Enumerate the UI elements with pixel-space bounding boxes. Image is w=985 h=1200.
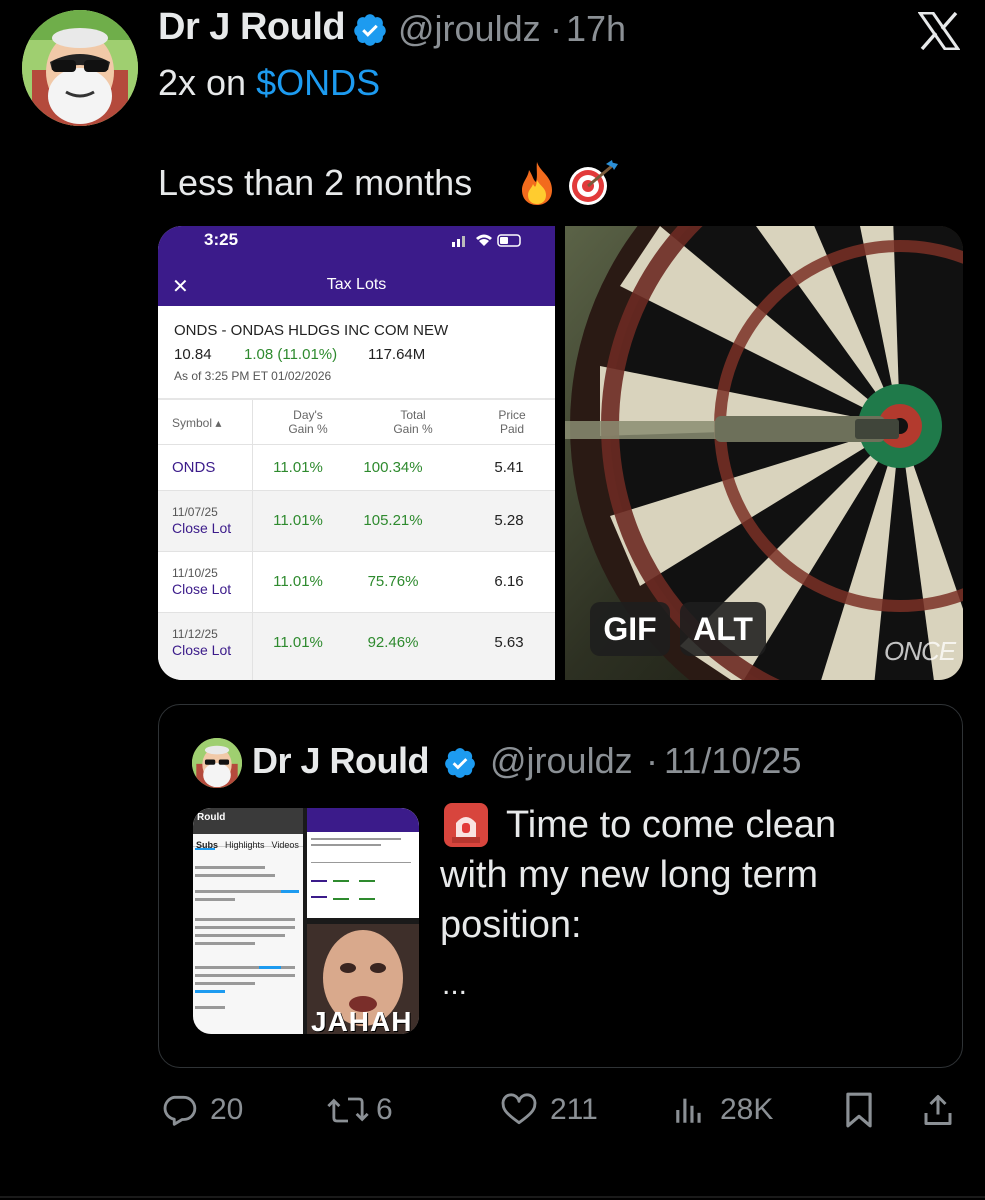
row-total-gain: 75.76% [367,573,419,590]
close-lot-link: Close Lot [172,581,232,597]
alt-text-button[interactable]: ALT [680,602,766,656]
col-header-days-gain: Day's Gain % [258,408,358,436]
thumb-tab: Videos [271,840,299,850]
quoted-media-thumbnail[interactable]: Rould Subs Highlights Videos JAHAH [193,808,419,1034]
cashtag-link[interactable]: $ONDS [256,62,380,103]
col-header-price-paid-l2: Paid [499,422,525,436]
thumb-profile-name: Rould [197,812,226,823]
reply-button[interactable]: 20 [160,1090,243,1130]
views-button[interactable]: 28K [672,1090,773,1130]
quoted-tweet-text: Time to come clean with my new long term… [440,800,880,950]
separator-dot: · [550,8,562,49]
row-day-gain: 11.01% [273,512,323,529]
row-price-paid: 5.41 [494,459,524,476]
price-change: 1.08 (11.01%) [244,346,338,363]
close-lot-link: Close Lot [172,642,232,658]
row-symbol: ONDS [172,459,216,476]
row-price-paid: 6.16 [494,573,524,590]
thumb-gif-caption: JAHAH [311,1006,413,1034]
quoted-tweet-ellipsis: ... [442,968,468,1001]
share-button[interactable] [920,1090,956,1130]
reply-icon [163,1095,197,1126]
quoted-author-avatar[interactable] [192,738,242,788]
last-price: 10.84 [174,346,212,363]
tax-lots-screenshot[interactable]: 3:25 ✕ Tax Lots ONDS - ONDAS HLDGS INC C… [158,226,555,680]
repost-icon [327,1097,369,1123]
author-handle[interactable]: @jrouldz [398,8,541,50]
col-header-days-gain-l1: Day's [293,408,323,422]
col-header-total-gain: Total Gain % [358,408,468,436]
close-lot-link: Close Lot [172,520,232,536]
col-header-symbol: Symbol ▴ [172,416,222,430]
quoted-author-name[interactable]: Dr J Rould [252,740,430,782]
reply-count: 20 [210,1093,244,1126]
row-date: 11/07/25 [172,505,218,519]
bookmark-button[interactable] [842,1090,876,1130]
heart-icon [501,1093,537,1125]
bookmark-icon [846,1092,872,1128]
media-grid[interactable]: 3:25 ✕ Tax Lots ONDS - ONDAS HLDGS INC C… [158,226,963,680]
tweet-text-line2: Less than 2 months [158,162,473,203]
share-icon [924,1095,952,1125]
col-header-price-paid: Price Paid [476,408,548,436]
views-chart-icon [676,1098,701,1123]
col-header-days-gain-l2: Gain % [288,422,328,436]
quoted-tweet-body: Time to come clean with my new long term… [440,804,837,946]
col-header-total-gain-l1: Total [400,408,426,422]
tweet-text-prefix: 2x on [158,62,257,103]
fire-emoji-icon [522,162,552,205]
x-logo-icon [918,12,960,50]
thumb-tab: Subs [196,840,219,850]
thumb-tabs: Subs Highlights Videos [196,840,299,850]
column-divider [252,400,253,680]
direct-hit-emoji-icon [569,160,618,205]
repost-button[interactable]: 6 [326,1090,393,1130]
screen-title: Tax Lots [326,276,387,293]
quoted-author-handle[interactable]: @jrouldz [490,740,633,782]
author-name[interactable]: Dr J Rould [158,6,346,49]
row-day-gain: 11.01% [273,459,323,476]
status-bar-icons [452,234,521,247]
col-header-total-gain-l2: Gain % [393,422,433,436]
row-total-gain: 105.21% [363,512,423,529]
row-total-gain: 100.34% [363,459,423,476]
status-bar-time: 3:25 [204,230,239,249]
row-date: 11/12/25 [172,627,218,641]
tweet-text-line1: 2x on $ONDS [158,62,380,104]
col-header-price-paid-l1: Price [498,408,526,422]
row-day-gain: 11.01% [273,573,323,590]
author-avatar[interactable] [22,10,138,126]
separator-dot: · [646,740,658,781]
gif-badge[interactable]: GIF [590,602,670,656]
repost-count: 6 [376,1093,393,1126]
like-count: 211 [550,1093,598,1126]
quoted-post-date[interactable]: 11/10/25 [664,740,801,782]
as-of-timestamp: As of 3:25 PM ET 01/02/2026 [174,369,332,383]
verified-badge-icon [354,14,386,46]
views-count: 28K [720,1093,774,1126]
table-divider [158,398,555,400]
verified-badge-icon [445,748,475,778]
thumb-tab: Highlights [225,840,265,850]
row-total-gain: 92.46% [367,634,419,651]
row-price-paid: 5.28 [494,512,524,529]
like-button[interactable]: 211 [500,1090,598,1130]
security-name: ONDS - ONDAS HLDGS INC COM NEW [174,322,449,339]
divider [0,1196,985,1198]
volume: 117.64M [368,346,426,363]
row-price-paid: 5.63 [494,634,524,651]
post-time[interactable]: 17h [566,8,626,50]
row-date: 11/10/25 [172,566,218,580]
row-day-gain: 11.01% [273,634,323,651]
gif-watermark: ONCE [884,636,956,666]
